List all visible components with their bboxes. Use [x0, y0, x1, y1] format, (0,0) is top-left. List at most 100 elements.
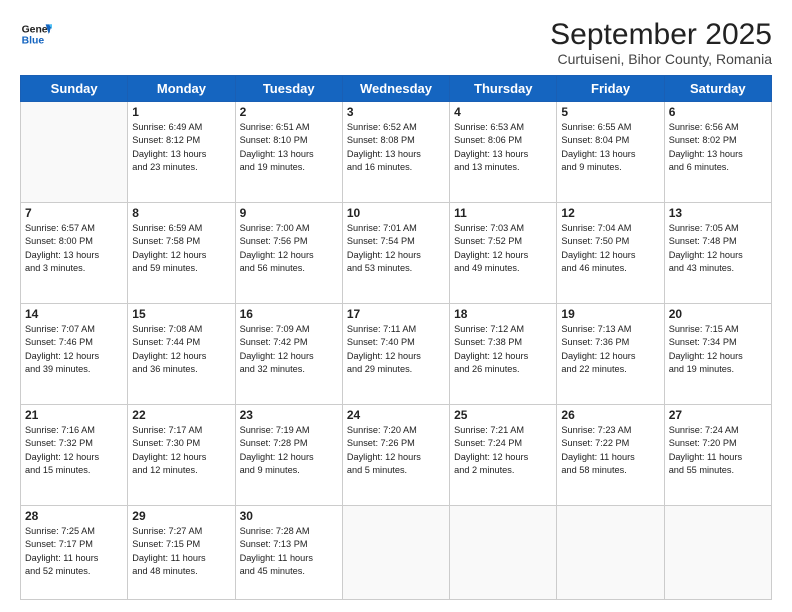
day-number: 2: [240, 105, 338, 119]
calendar-cell: 4 Sunrise: 6:53 AM Sunset: 8:06 PM Daylig…: [450, 102, 557, 203]
day-info: Sunrise: 7:25 AM Sunset: 7:17 PM Dayligh…: [25, 525, 123, 578]
weekday-header-monday: Monday: [128, 76, 235, 102]
day-number: 1: [132, 105, 230, 119]
calendar-cell: [557, 505, 664, 599]
calendar-cell: 21Sunrise: 7:16 AM Sunset: 7:32 PM Dayli…: [21, 404, 128, 505]
day-number: 3: [347, 105, 445, 119]
day-number: 12: [561, 206, 659, 220]
day-number: 4: [454, 105, 552, 119]
day-info: Sunrise: 7:09 AM Sunset: 7:42 PM Dayligh…: [240, 323, 338, 376]
day-number: 7: [25, 206, 123, 220]
calendar-cell: 9 Sunrise: 7:00 AM Sunset: 7:56 PM Daylig…: [235, 202, 342, 303]
logo: General Blue: [20, 18, 52, 50]
day-number: 9: [240, 206, 338, 220]
location-subtitle: Curtuiseni, Bihor County, Romania: [550, 51, 772, 67]
svg-text:Blue: Blue: [22, 36, 45, 47]
day-info: Sunrise: 7:03 AM Sunset: 7:52 PM Dayligh…: [454, 222, 552, 275]
day-number: 27: [669, 408, 767, 422]
calendar-cell: 22 Sunrise: 7:17 AM Sunset: 7:30 PM Dayli…: [128, 404, 235, 505]
calendar-cell: 10 Sunrise: 7:01 AM Sunset: 7:54 PM Dayli…: [342, 202, 449, 303]
day-number: 6: [669, 105, 767, 119]
day-info: Sunrise: 7:28 AM Sunset: 7:13 PM Dayligh…: [240, 525, 338, 578]
day-info: Sunrise: 7:15 AM Sunset: 7:34 PM Dayligh…: [669, 323, 767, 376]
day-info: Sunrise: 7:04 AM Sunset: 7:50 PM Dayligh…: [561, 222, 659, 275]
calendar-cell: 11 Sunrise: 7:03 AM Sunset: 7:52 PM Dayli…: [450, 202, 557, 303]
day-info: Sunrise: 7:19 AM Sunset: 7:28 PM Dayligh…: [240, 424, 338, 477]
day-info: Sunrise: 7:23 AM Sunset: 7:22 PM Dayligh…: [561, 424, 659, 477]
calendar-cell: 24Sunrise: 7:20 AM Sunset: 7:26 PM Dayli…: [342, 404, 449, 505]
day-number: 16: [240, 307, 338, 321]
calendar-cell: 26 Sunrise: 7:23 AM Sunset: 7:22 PM Dayli…: [557, 404, 664, 505]
day-info: Sunrise: 6:57 AM Sunset: 8:00 PM Dayligh…: [25, 222, 123, 275]
day-number: 23: [240, 408, 338, 422]
calendar-cell: 2 Sunrise: 6:51 AM Sunset: 8:10 PM Daylig…: [235, 102, 342, 203]
calendar-cell: 25 Sunrise: 7:21 AM Sunset: 7:24 PM Dayli…: [450, 404, 557, 505]
calendar-cell: 12 Sunrise: 7:04 AM Sunset: 7:50 PM Dayli…: [557, 202, 664, 303]
day-number: 14: [25, 307, 123, 321]
week-row-1: 1 Sunrise: 6:49 AM Sunset: 8:12 PM Daylig…: [21, 102, 772, 203]
weekday-header-tuesday: Tuesday: [235, 76, 342, 102]
day-info: Sunrise: 6:49 AM Sunset: 8:12 PM Dayligh…: [132, 121, 230, 174]
calendar-table: SundayMondayTuesdayWednesdayThursdayFrid…: [20, 75, 772, 600]
calendar-cell: 3 Sunrise: 6:52 AM Sunset: 8:08 PM Daylig…: [342, 102, 449, 203]
day-info: Sunrise: 7:00 AM Sunset: 7:56 PM Dayligh…: [240, 222, 338, 275]
day-number: 20: [669, 307, 767, 321]
day-number: 26: [561, 408, 659, 422]
week-row-2: 7 Sunrise: 6:57 AM Sunset: 8:00 PM Daylig…: [21, 202, 772, 303]
day-number: 28: [25, 509, 123, 523]
day-info: Sunrise: 6:53 AM Sunset: 8:06 PM Dayligh…: [454, 121, 552, 174]
day-number: 24: [347, 408, 445, 422]
week-row-3: 14 Sunrise: 7:07 AM Sunset: 7:46 PM Dayli…: [21, 303, 772, 404]
day-number: 8: [132, 206, 230, 220]
calendar-cell: [450, 505, 557, 599]
day-info: Sunrise: 7:07 AM Sunset: 7:46 PM Dayligh…: [25, 323, 123, 376]
day-number: 15: [132, 307, 230, 321]
calendar-cell: 6Sunrise: 6:56 AM Sunset: 8:02 PM Daylig…: [664, 102, 771, 203]
day-info: Sunrise: 7:01 AM Sunset: 7:54 PM Dayligh…: [347, 222, 445, 275]
header: General Blue September 2025 Curtuiseni, …: [20, 18, 772, 67]
calendar-cell: [664, 505, 771, 599]
calendar-cell: 13 Sunrise: 7:05 AM Sunset: 7:48 PM Dayli…: [664, 202, 771, 303]
calendar-cell: [21, 102, 128, 203]
day-number: 30: [240, 509, 338, 523]
day-info: Sunrise: 6:51 AM Sunset: 8:10 PM Dayligh…: [240, 121, 338, 174]
calendar-cell: 16 Sunrise: 7:09 AM Sunset: 7:42 PM Dayli…: [235, 303, 342, 404]
weekday-header-friday: Friday: [557, 76, 664, 102]
day-number: 19: [561, 307, 659, 321]
calendar-cell: 1 Sunrise: 6:49 AM Sunset: 8:12 PM Daylig…: [128, 102, 235, 203]
day-number: 10: [347, 206, 445, 220]
calendar-cell: [342, 505, 449, 599]
week-row-5: 28 Sunrise: 7:25 AM Sunset: 7:17 PM Dayli…: [21, 505, 772, 599]
calendar-cell: 14 Sunrise: 7:07 AM Sunset: 7:46 PM Dayli…: [21, 303, 128, 404]
week-row-4: 21Sunrise: 7:16 AM Sunset: 7:32 PM Dayli…: [21, 404, 772, 505]
day-number: 5: [561, 105, 659, 119]
day-info: Sunrise: 7:13 AM Sunset: 7:36 PM Dayligh…: [561, 323, 659, 376]
day-info: Sunrise: 7:12 AM Sunset: 7:38 PM Dayligh…: [454, 323, 552, 376]
calendar-cell: 29 Sunrise: 7:27 AM Sunset: 7:15 PM Dayli…: [128, 505, 235, 599]
day-number: 11: [454, 206, 552, 220]
day-number: 13: [669, 206, 767, 220]
day-info: Sunrise: 7:05 AM Sunset: 7:48 PM Dayligh…: [669, 222, 767, 275]
calendar-cell: 27Sunrise: 7:24 AM Sunset: 7:20 PM Dayli…: [664, 404, 771, 505]
calendar-page: General Blue September 2025 Curtuiseni, …: [0, 0, 792, 612]
day-number: 18: [454, 307, 552, 321]
day-info: Sunrise: 6:52 AM Sunset: 8:08 PM Dayligh…: [347, 121, 445, 174]
day-number: 22: [132, 408, 230, 422]
calendar-cell: 23 Sunrise: 7:19 AM Sunset: 7:28 PM Dayli…: [235, 404, 342, 505]
day-info: Sunrise: 7:27 AM Sunset: 7:15 PM Dayligh…: [132, 525, 230, 578]
weekday-header-sunday: Sunday: [21, 76, 128, 102]
calendar-cell: 15 Sunrise: 7:08 AM Sunset: 7:44 PM Dayli…: [128, 303, 235, 404]
day-info: Sunrise: 7:08 AM Sunset: 7:44 PM Dayligh…: [132, 323, 230, 376]
day-info: Sunrise: 7:17 AM Sunset: 7:30 PM Dayligh…: [132, 424, 230, 477]
logo-icon: General Blue: [20, 18, 52, 50]
day-info: Sunrise: 6:59 AM Sunset: 7:58 PM Dayligh…: [132, 222, 230, 275]
calendar-cell: 20 Sunrise: 7:15 AM Sunset: 7:34 PM Dayli…: [664, 303, 771, 404]
day-info: Sunrise: 7:16 AM Sunset: 7:32 PM Dayligh…: [25, 424, 123, 477]
calendar-cell: 5Sunrise: 6:55 AM Sunset: 8:04 PM Daylig…: [557, 102, 664, 203]
day-info: Sunrise: 7:21 AM Sunset: 7:24 PM Dayligh…: [454, 424, 552, 477]
calendar-cell: 7 Sunrise: 6:57 AM Sunset: 8:00 PM Daylig…: [21, 202, 128, 303]
day-number: 29: [132, 509, 230, 523]
calendar-cell: 18 Sunrise: 7:12 AM Sunset: 7:38 PM Dayli…: [450, 303, 557, 404]
weekday-header-thursday: Thursday: [450, 76, 557, 102]
day-number: 25: [454, 408, 552, 422]
